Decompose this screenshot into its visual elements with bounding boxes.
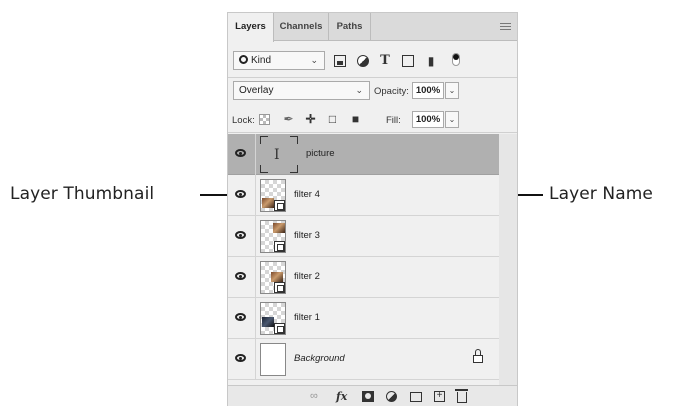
visibility-eye-icon[interactable]: [235, 149, 246, 157]
kind-filter-label: Kind: [251, 55, 272, 66]
text-layer-thumbnail: I: [260, 136, 298, 173]
smart-object-badge-icon: [274, 323, 285, 334]
fill-dropdown-button[interactable]: ⌄: [445, 111, 459, 128]
lock-row: Lock: ✒ ✛ □ ■ Fill: 100% ⌄: [228, 107, 517, 133]
layer-row-filter-1[interactable]: filter 1: [228, 298, 499, 339]
chevron-down-icon: ⌄: [310, 55, 318, 65]
shape-filter-icon[interactable]: [402, 55, 414, 67]
fill-label: Fill:: [386, 115, 401, 126]
opacity-field[interactable]: 100%: [412, 82, 444, 99]
new-layer-icon[interactable]: +: [434, 391, 445, 402]
fx-icon[interactable]: fx: [336, 390, 347, 403]
lock-label: Lock:: [232, 115, 255, 126]
visibility-eye-icon[interactable]: [235, 313, 246, 321]
layer-name[interactable]: picture: [306, 148, 335, 159]
layers-scrollbar[interactable]: [499, 134, 517, 385]
layer-name[interactable]: filter 4: [294, 189, 320, 200]
type-filter-icon[interactable]: T: [379, 54, 391, 67]
visibility-eye-icon[interactable]: [235, 354, 246, 362]
layer-row-picture[interactable]: I picture: [228, 134, 499, 175]
visibility-eye-icon[interactable]: [235, 272, 246, 280]
layer-name[interactable]: Background: [294, 353, 345, 364]
layer-thumbnail: [260, 179, 286, 212]
opacity-dropdown-button[interactable]: ⌄: [445, 82, 459, 99]
filter-row: Kind ⌄ T ▮: [228, 43, 517, 78]
kind-filter-select[interactable]: Kind ⌄: [233, 51, 325, 70]
opacity-label: Opacity:: [374, 86, 409, 97]
lock-image-pixels-icon[interactable]: ✒: [282, 113, 295, 126]
tab-channels[interactable]: Channels: [274, 13, 329, 41]
type-cursor-icon: I: [274, 147, 280, 163]
layer-thumbnail: [260, 261, 286, 294]
smart-object-filter-icon[interactable]: ▮: [425, 55, 437, 67]
layers-panel: Layers Channels Paths Kind ⌄ T ▮ Overlay…: [227, 12, 518, 406]
layer-row-background[interactable]: Background: [228, 339, 499, 380]
chevron-down-icon: ⌄: [355, 85, 363, 95]
panel-bottom-toolbar: ∞ fx +: [228, 385, 517, 406]
panel-menu-icon[interactable]: [500, 23, 511, 31]
tab-paths[interactable]: Paths: [329, 13, 371, 41]
lock-all-icon[interactable]: ■: [349, 113, 362, 126]
layer-thumbnail-callout: Layer Thumbnail: [10, 184, 155, 204]
adjustment-filter-icon[interactable]: [357, 55, 369, 67]
blend-row: Overlay ⌄ Opacity: 100% ⌄: [228, 79, 517, 101]
layer-row-filter-3[interactable]: filter 3: [228, 216, 499, 257]
smart-object-badge-icon: [274, 200, 285, 211]
lock-position-icon[interactable]: ✛: [304, 113, 317, 126]
panel-tab-bar: Layers Channels Paths: [228, 13, 517, 42]
layer-thumbnail: [260, 220, 286, 253]
image-filter-icon[interactable]: [334, 55, 346, 67]
layers-list: I picture filter 4 filter 3 filter 2 fil…: [228, 134, 499, 385]
layer-name[interactable]: filter 1: [294, 312, 320, 323]
filter-toggle-icon[interactable]: [452, 53, 460, 66]
lock-transparent-pixels-icon[interactable]: [259, 114, 270, 125]
tab-layers[interactable]: Layers: [228, 13, 274, 42]
link-icon[interactable]: ∞: [310, 390, 318, 403]
visibility-eye-icon[interactable]: [235, 231, 246, 239]
adjustment-layer-icon[interactable]: [386, 391, 397, 402]
trash-icon[interactable]: [455, 389, 468, 403]
layer-row-filter-4[interactable]: filter 4: [228, 175, 499, 216]
mask-icon[interactable]: [362, 391, 374, 402]
layer-thumbnail: [260, 343, 286, 376]
smart-object-badge-icon: [274, 241, 285, 252]
smart-object-badge-icon: [274, 282, 285, 293]
visibility-eye-icon[interactable]: [235, 190, 246, 198]
blend-mode-value: Overlay: [239, 85, 274, 96]
fill-field[interactable]: 100%: [412, 111, 444, 128]
group-folder-icon[interactable]: [410, 392, 422, 402]
layer-name-callout: Layer Name: [549, 184, 653, 204]
lock-artboard-icon[interactable]: □: [326, 113, 339, 126]
lock-icon: [473, 349, 483, 363]
search-icon: [239, 55, 248, 64]
blend-mode-select[interactable]: Overlay ⌄: [233, 81, 370, 100]
layer-name[interactable]: filter 2: [294, 271, 320, 282]
layer-name[interactable]: filter 3: [294, 230, 320, 241]
layer-row-filter-2[interactable]: filter 2: [228, 257, 499, 298]
layer-thumbnail: [260, 302, 286, 335]
